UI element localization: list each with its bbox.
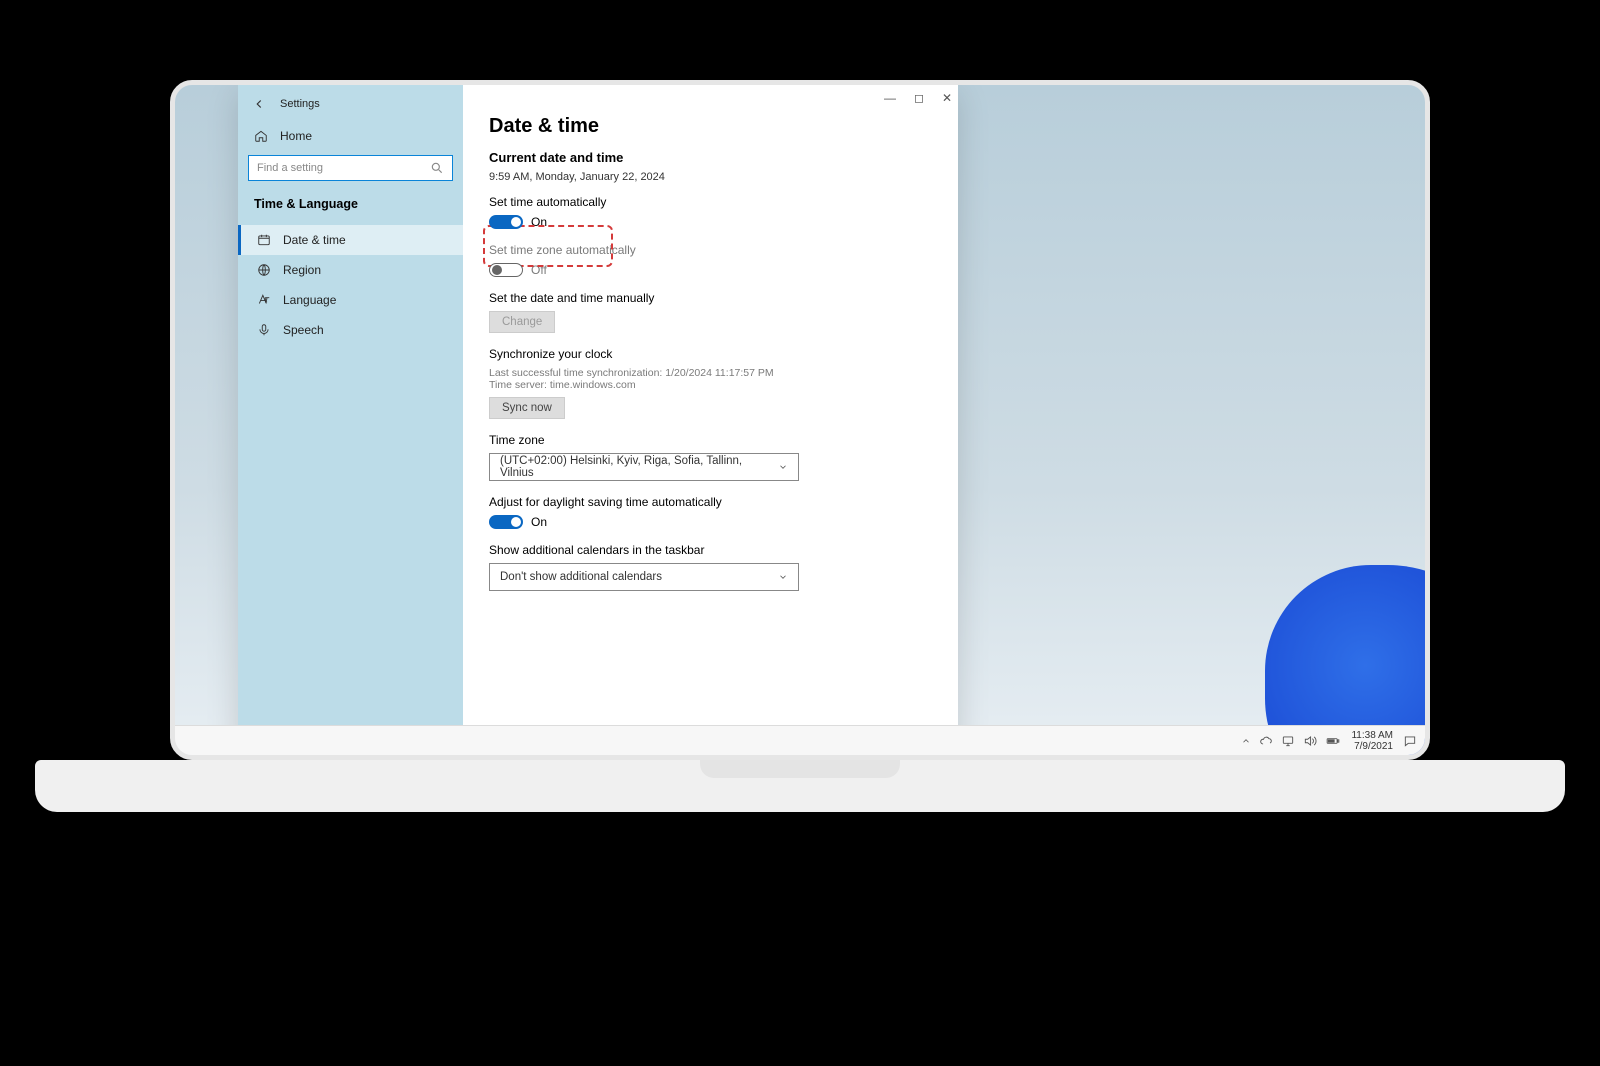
sidebar-item-language[interactable]: Language xyxy=(238,285,463,315)
laptop-trackpad-notch xyxy=(700,760,900,778)
taskbar-time: 11:38 AM xyxy=(1351,730,1393,741)
home-icon xyxy=(254,129,268,143)
sidebar-item-speech[interactable]: Speech xyxy=(238,315,463,345)
timezone-heading: Time zone xyxy=(489,433,932,447)
sidebar-item-region[interactable]: Region xyxy=(238,255,463,285)
taskbar-date: 7/9/2021 xyxy=(1354,741,1393,752)
globe-icon xyxy=(257,263,271,277)
mic-icon xyxy=(257,323,271,337)
sidebar-item-label: Language xyxy=(283,293,336,307)
battery-icon[interactable] xyxy=(1325,734,1341,748)
laptop-screen: Settings Home Find a setting Time & Lang… xyxy=(170,80,1430,760)
back-icon[interactable] xyxy=(252,97,266,111)
taskbar: 11:38 AM 7/9/2021 xyxy=(175,725,1425,755)
set-tz-auto-label: Set time zone automatically xyxy=(489,243,932,257)
change-button[interactable]: Change xyxy=(489,311,555,333)
home-label: Home xyxy=(280,129,312,143)
setting-dst: Adjust for daylight saving time automati… xyxy=(489,495,932,529)
close-button[interactable]: ✕ xyxy=(942,91,952,105)
setting-sync-clock: Synchronize your clock Last successful t… xyxy=(489,347,932,419)
minimize-button[interactable]: — xyxy=(884,91,896,105)
network-icon[interactable] xyxy=(1281,734,1295,748)
setting-additional-calendars: Show additional calendars in the taskbar… xyxy=(489,543,932,591)
app-title: Settings xyxy=(280,98,320,110)
clock-icon xyxy=(257,233,271,247)
system-tray[interactable] xyxy=(1241,734,1341,748)
notifications-icon[interactable] xyxy=(1403,734,1417,748)
maximize-button[interactable]: ◻ xyxy=(914,91,924,105)
tray-chevron-icon[interactable] xyxy=(1241,736,1251,746)
sync-server: Time server: time.windows.com xyxy=(489,379,932,391)
sidebar-heading: Time & Language xyxy=(238,193,463,225)
toggle-state-text: On xyxy=(531,515,547,529)
current-datetime-heading: Current date and time xyxy=(489,150,932,165)
chevron-down-icon xyxy=(778,462,788,472)
search-icon xyxy=(430,161,444,175)
setting-set-tz-auto: Set time zone automatically Off xyxy=(489,243,932,277)
setting-set-time-auto: Set time automatically On xyxy=(489,195,932,229)
set-time-auto-toggle[interactable]: On xyxy=(489,215,932,229)
sidebar-item-date-time[interactable]: Date & time xyxy=(238,225,463,255)
toggle-state-text: On xyxy=(531,215,547,229)
sidebar-item-label: Date & time xyxy=(283,233,346,247)
dst-toggle[interactable]: On xyxy=(489,515,932,529)
sidebar-item-label: Speech xyxy=(283,323,324,337)
set-time-auto-label: Set time automatically xyxy=(489,195,932,209)
onedrive-icon[interactable] xyxy=(1259,734,1273,748)
settings-sidebar: Settings Home Find a setting Time & Lang… xyxy=(238,85,463,755)
timezone-value: (UTC+02:00) Helsinki, Kyiv, Riga, Sofia,… xyxy=(500,455,778,479)
window-controls: — ◻ ✕ xyxy=(884,91,952,105)
search-input[interactable]: Find a setting xyxy=(248,155,453,181)
volume-icon[interactable] xyxy=(1303,734,1317,748)
chevron-down-icon xyxy=(778,572,788,582)
sync-now-button[interactable]: Sync now xyxy=(489,397,565,419)
timezone-select[interactable]: (UTC+02:00) Helsinki, Kyiv, Riga, Sofia,… xyxy=(489,453,799,481)
search-placeholder: Find a setting xyxy=(257,162,323,174)
sidebar-nav: Date & time Region Language xyxy=(238,225,463,345)
window-titlebar: Settings xyxy=(238,95,463,123)
sync-heading: Synchronize your clock xyxy=(489,347,932,361)
setting-timezone: Time zone (UTC+02:00) Helsinki, Kyiv, Ri… xyxy=(489,433,932,481)
dst-label: Adjust for daylight saving time automati… xyxy=(489,495,932,509)
calendars-select[interactable]: Don't show additional calendars xyxy=(489,563,799,591)
sync-last: Last successful time synchronization: 1/… xyxy=(489,367,932,379)
page-title: Date & time xyxy=(489,115,932,138)
taskbar-clock[interactable]: 11:38 AM 7/9/2021 xyxy=(1351,730,1393,752)
settings-content: — ◻ ✕ Date & time Current date and time … xyxy=(463,85,958,755)
current-datetime-value: 9:59 AM, Monday, January 22, 2024 xyxy=(489,171,932,183)
home-link[interactable]: Home xyxy=(238,123,463,155)
toggle-state-text: Off xyxy=(531,263,547,277)
set-tz-auto-toggle[interactable]: Off xyxy=(489,263,932,277)
sidebar-item-label: Region xyxy=(283,263,321,277)
set-manual-label: Set the date and time manually xyxy=(489,291,932,305)
language-icon xyxy=(257,293,271,307)
calendars-value: Don't show additional calendars xyxy=(500,571,662,583)
calendars-label: Show additional calendars in the taskbar xyxy=(489,543,932,557)
settings-window: Settings Home Find a setting Time & Lang… xyxy=(238,85,958,755)
setting-set-manual: Set the date and time manually Change xyxy=(489,291,932,333)
